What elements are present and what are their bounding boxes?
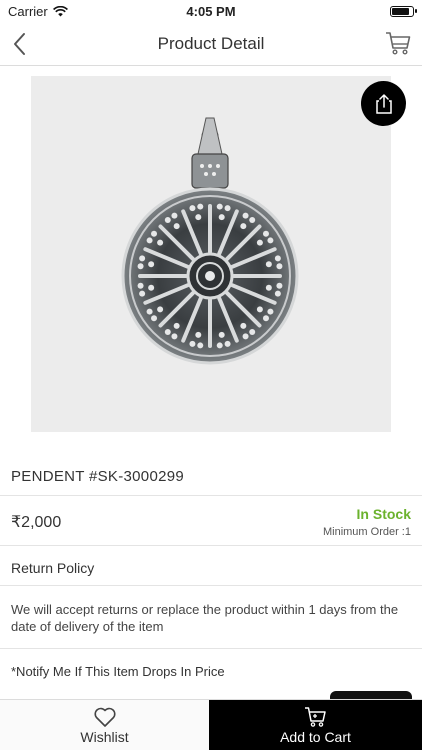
- product-title: PENDENT #SK-3000299: [0, 458, 422, 496]
- price-row: ₹2,000 In Stock Minimum Order :1: [0, 496, 422, 546]
- return-policy-heading: Return Policy: [0, 546, 422, 586]
- add-to-cart-label: Add to Cart: [280, 729, 351, 745]
- bottom-action-bar: Wishlist Add to Cart: [0, 699, 422, 750]
- cart-icon: [304, 707, 326, 727]
- status-bar: Carrier 4:05 PM: [0, 0, 422, 22]
- nav-bar: Product Detail: [0, 22, 422, 66]
- product-image: [31, 76, 391, 432]
- share-icon: [375, 93, 392, 114]
- cart-icon: [386, 32, 411, 55]
- cart-button[interactable]: [384, 29, 412, 57]
- battery-level: [392, 8, 409, 15]
- wishlist-button[interactable]: Wishlist: [0, 700, 209, 750]
- return-policy-text: We will accept returns or replace the pr…: [0, 586, 422, 649]
- page-title: Product Detail: [157, 34, 265, 53]
- notify-price-drop[interactable]: *Notify Me If This Item Drops In Price: [0, 649, 422, 695]
- share-button[interactable]: [361, 81, 406, 126]
- add-to-cart-button[interactable]: Add to Cart: [209, 700, 422, 750]
- heart-icon: [93, 707, 116, 727]
- status-time: 4:05 PM: [186, 4, 236, 19]
- wishlist-label: Wishlist: [80, 729, 129, 745]
- product-price: ₹2,000: [11, 514, 62, 531]
- pendant-image: [121, 117, 299, 365]
- minimum-order: Minimum Order :1: [322, 526, 411, 538]
- battery-icon: [390, 6, 417, 17]
- stock-status: In Stock: [356, 506, 411, 522]
